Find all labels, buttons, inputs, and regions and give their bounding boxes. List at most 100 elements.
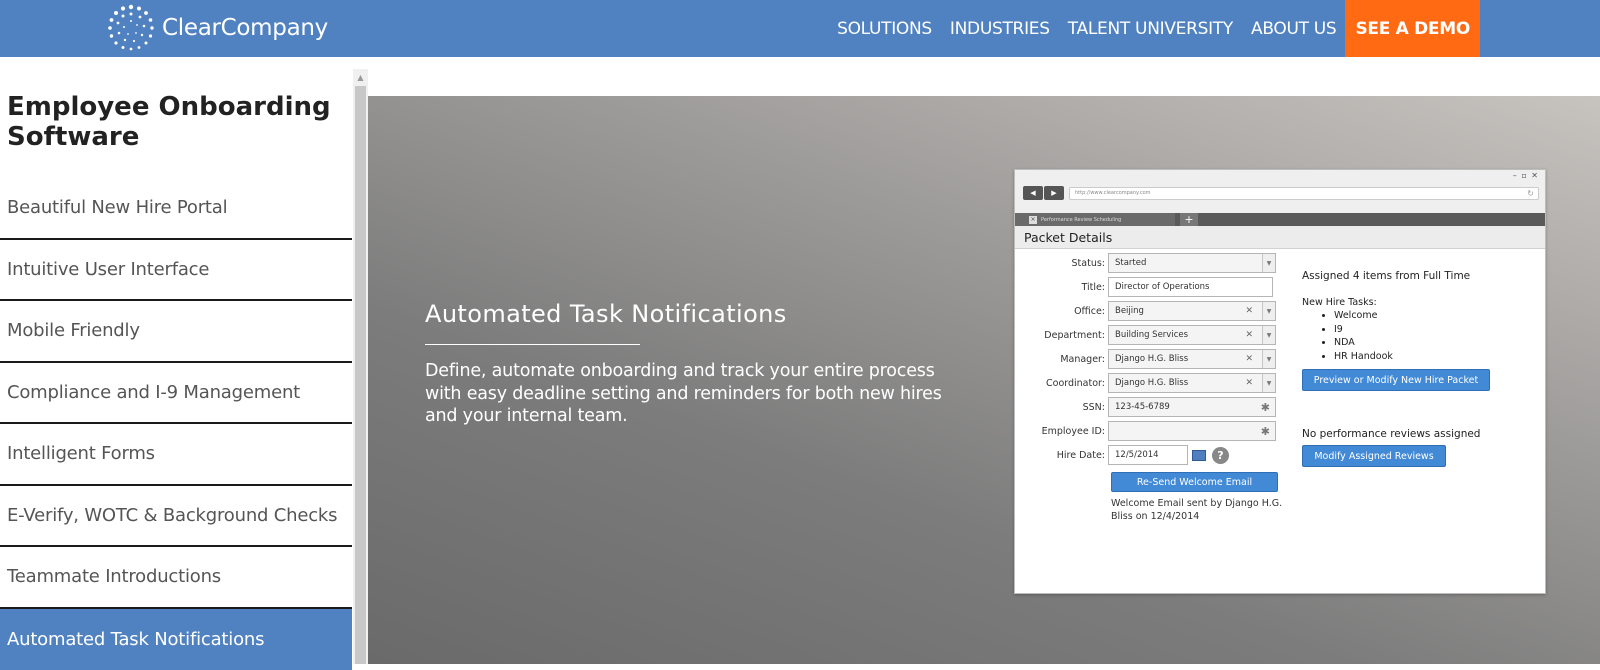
title-label: Title: — [1015, 282, 1108, 293]
mock-tab: × Performance Review Scheduling — [1015, 213, 1175, 226]
new-hire-tasks-list: Welcome I9 NDA HR Handook — [1334, 309, 1393, 363]
logo-text: ClearCompany — [162, 15, 328, 41]
hero-description: Define, automate onboarding and track yo… — [425, 360, 955, 428]
employee-id-label: Employee ID: — [1015, 426, 1108, 437]
employee-id-field: ✱ — [1108, 421, 1276, 441]
hire-date-label: Hire Date: — [1015, 450, 1108, 461]
clearcompany-logo[interactable]: ClearCompany — [106, 3, 328, 53]
sidebar-item-mobile-friendly[interactable]: Mobile Friendly — [0, 301, 352, 363]
preview-packet-button: Preview or Modify New Hire Packet — [1302, 369, 1490, 391]
sidebar-item-everify[interactable]: E-Verify, WOTC & Background Checks — [0, 486, 352, 548]
sidebar-title: Employee Onboarding Software — [7, 92, 337, 152]
nav-industries[interactable]: INDUSTRIES — [941, 0, 1059, 57]
coordinator-row: Coordinator: Django H.G. Bliss ✕ ▼ — [1015, 373, 1276, 393]
mock-tab-label: Performance Review Scheduling — [1041, 217, 1121, 223]
status-select: Started ▼ — [1108, 253, 1276, 273]
mock-tab-strip: × Performance Review Scheduling + — [1015, 213, 1545, 226]
mock-browser-chrome: – ▫ ✕ ◀ ▶ http://www.clearcompany.com ↻ — [1015, 170, 1545, 213]
scroll-thumb[interactable] — [355, 86, 366, 664]
sidebar-item-compliance[interactable]: Compliance and I-9 Management — [0, 363, 352, 425]
chevron-down-icon: ▼ — [1262, 326, 1275, 344]
app-screenshot-mockup: – ▫ ✕ ◀ ▶ http://www.clearcompany.com ↻ … — [1014, 169, 1546, 594]
ssn-row: SSN: 123-45-6789 ✱ — [1015, 397, 1276, 417]
title-row: Title: Director of Operations — [1015, 277, 1273, 297]
back-arrow-icon: ◀ — [1023, 186, 1043, 200]
office-select: Beijing ✕ ▼ — [1108, 301, 1276, 321]
chevron-down-icon: ▼ — [1262, 254, 1275, 272]
status-row: Status: Started ▼ — [1015, 253, 1276, 273]
clear-icon: ✕ — [1245, 378, 1253, 388]
forward-arrow-icon: ▶ — [1044, 186, 1064, 200]
ssn-field: 123-45-6789 ✱ — [1108, 397, 1276, 417]
status-label: Status: — [1015, 258, 1108, 269]
sidebar-item-automated-task-notifications[interactable]: Automated Task Notifications — [0, 609, 352, 670]
coordinator-value: Django H.G. Bliss — [1115, 378, 1188, 388]
packet-details-title: Packet Details — [1015, 226, 1545, 249]
task-item: I9 — [1334, 323, 1393, 337]
department-select: Building Services ✕ ▼ — [1108, 325, 1276, 345]
nav-talent-university[interactable]: TALENT UNIVERSITY — [1059, 0, 1242, 57]
department-value: Building Services — [1115, 330, 1188, 340]
hire-date-value: 12/5/2014 — [1115, 450, 1159, 460]
sidebar-scrollbar[interactable]: ▲ — [353, 69, 368, 664]
see-a-demo-button[interactable]: SEE A DEMO — [1345, 0, 1480, 57]
sidebar-item-user-interface[interactable]: Intuitive User Interface — [0, 240, 352, 302]
mock-url-bar: http://www.clearcompany.com ↻ — [1069, 187, 1539, 200]
required-asterisk-icon: ✱ — [1261, 401, 1270, 414]
sidebar-item-teammate-introductions[interactable]: Teammate Introductions — [0, 547, 352, 609]
office-row: Office: Beijing ✕ ▼ — [1015, 301, 1276, 321]
ssn-value: 123-45-6789 — [1115, 402, 1170, 412]
hero-divider — [425, 344, 640, 345]
mock-url-text: http://www.clearcompany.com — [1075, 190, 1151, 196]
feature-sidebar: Employee Onboarding Software Beautiful N… — [0, 69, 352, 664]
office-label: Office: — [1015, 306, 1108, 317]
coordinator-select: Django H.G. Bliss ✕ ▼ — [1108, 373, 1276, 393]
clear-icon: ✕ — [1245, 354, 1253, 364]
ssn-label: SSN: — [1015, 402, 1108, 413]
assigned-items-text: Assigned 4 items from Full Time — [1302, 270, 1470, 282]
add-tab-icon: + — [1180, 213, 1198, 226]
hire-date-row: Hire Date: 12/5/2014 ? — [1015, 445, 1229, 465]
manager-value: Django H.G. Bliss — [1115, 354, 1188, 364]
task-item: HR Handook — [1334, 350, 1393, 364]
new-hire-tasks-label: New Hire Tasks: — [1302, 297, 1377, 308]
hero-heading: Automated Task Notifications — [425, 300, 787, 328]
hire-date-field: 12/5/2014 — [1108, 445, 1188, 465]
help-icon: ? — [1212, 447, 1229, 464]
no-performance-reviews-text: No performance reviews assigned — [1302, 428, 1480, 440]
top-navigation-bar: ClearCompany SOLUTIONS INDUSTRIES TALENT… — [0, 0, 1600, 57]
status-value: Started — [1115, 258, 1146, 268]
nav-solutions[interactable]: SOLUTIONS — [828, 0, 941, 57]
logo-swirl-icon — [106, 3, 156, 53]
feature-hero: Automated Task Notifications Define, aut… — [368, 96, 1600, 664]
chevron-down-icon: ▼ — [1262, 350, 1275, 368]
calendar-icon — [1192, 450, 1206, 461]
feature-list: Beautiful New Hire Portal Intuitive User… — [0, 178, 352, 670]
department-row: Department: Building Services ✕ ▼ — [1015, 325, 1276, 345]
manager-row: Manager: Django H.G. Bliss ✕ ▼ — [1015, 349, 1276, 369]
clear-icon: ✕ — [1245, 330, 1253, 340]
title-field: Director of Operations — [1108, 277, 1273, 297]
manager-label: Manager: — [1015, 354, 1108, 365]
task-item: NDA — [1334, 336, 1393, 350]
chevron-down-icon: ▼ — [1262, 302, 1275, 320]
coordinator-label: Coordinator: — [1015, 378, 1108, 389]
main-nav: SOLUTIONS INDUSTRIES TALENT UNIVERSITY A… — [828, 0, 1480, 57]
clear-icon: ✕ — [1245, 306, 1253, 316]
sidebar-item-intelligent-forms[interactable]: Intelligent Forms — [0, 424, 352, 486]
tab-close-icon: × — [1029, 216, 1037, 224]
required-asterisk-icon: ✱ — [1261, 425, 1270, 438]
nav-about-us[interactable]: ABOUT US — [1242, 0, 1345, 57]
task-item: Welcome — [1334, 309, 1393, 323]
resend-welcome-email-button: Re-Send Welcome Email — [1111, 472, 1278, 492]
manager-select: Django H.G. Bliss ✕ ▼ — [1108, 349, 1276, 369]
refresh-icon: ↻ — [1527, 189, 1534, 198]
scroll-up-arrow-icon[interactable]: ▲ — [353, 69, 368, 85]
sidebar-item-new-hire-portal[interactable]: Beautiful New Hire Portal — [0, 178, 352, 240]
employee-id-row: Employee ID: ✱ — [1015, 421, 1276, 441]
welcome-email-sent-note: Welcome Email sent by Django H.G. Bliss … — [1111, 497, 1286, 523]
office-value: Beijing — [1115, 306, 1144, 316]
modify-reviews-button: Modify Assigned Reviews — [1302, 445, 1446, 467]
department-label: Department: — [1015, 330, 1108, 341]
window-controls-icon: – ▫ ✕ — [1513, 171, 1539, 180]
